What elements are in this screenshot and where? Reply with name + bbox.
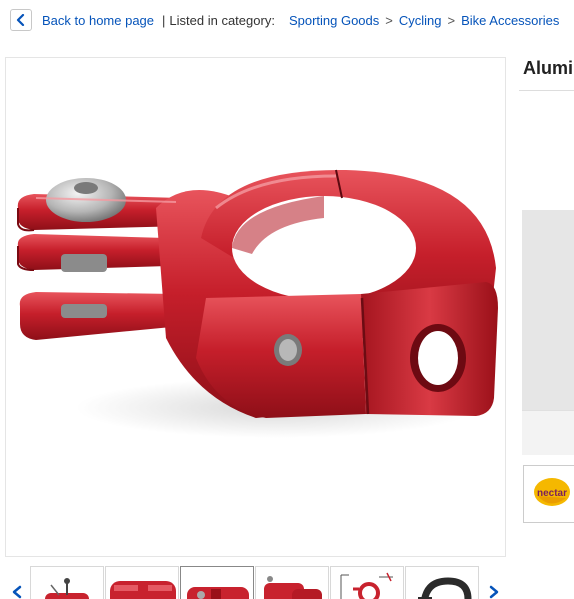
breadcrumb-arrow: > xyxy=(447,12,456,28)
thumbnail-image xyxy=(45,578,89,599)
title-divider xyxy=(519,90,574,91)
main-product-image[interactable] xyxy=(5,57,506,557)
thumbnail-image xyxy=(340,572,393,599)
breadcrumb-separator: | xyxy=(162,12,166,28)
back-to-home-link[interactable]: Back to home page xyxy=(42,13,154,28)
chevron-left-icon xyxy=(16,14,25,26)
thumbnail-strip xyxy=(30,566,482,599)
purchase-panel xyxy=(522,210,574,410)
thumbnail[interactable] xyxy=(330,566,404,599)
purchase-panel-footer xyxy=(522,410,574,455)
nectar-badge-text: nectar xyxy=(537,488,567,499)
category-link-sporting-goods[interactable]: Sporting Goods xyxy=(289,13,379,28)
thumbnail[interactable] xyxy=(105,566,179,599)
thumbnail-image xyxy=(264,576,322,599)
back-button[interactable] xyxy=(10,9,32,31)
thumbnail-prev-icon[interactable] xyxy=(11,585,23,599)
thumbnail-image xyxy=(110,581,176,599)
thumbnail-selected[interactable] xyxy=(180,566,254,599)
listing-page: Back to home page | Listed in category: … xyxy=(0,0,574,599)
thumbnail-image xyxy=(187,587,249,599)
product-photo xyxy=(6,58,505,556)
breadcrumb: Back to home page | Listed in category: … xyxy=(10,8,574,32)
thumbnail[interactable] xyxy=(405,566,479,599)
thumbnail[interactable] xyxy=(255,566,329,599)
nectar-logo: nectar xyxy=(534,478,570,506)
thumbnail-image xyxy=(418,577,472,599)
category-link-cycling[interactable]: Cycling xyxy=(399,13,442,28)
thumbnail-next-icon[interactable] xyxy=(488,585,500,599)
category-link-bike-accessories[interactable]: Bike Accessories xyxy=(461,13,559,28)
listed-in-category-label: Listed in category: xyxy=(169,12,275,28)
thumbnail[interactable] xyxy=(30,566,104,599)
rewards-panel: nectar xyxy=(523,465,574,523)
breadcrumb-arrow: > xyxy=(385,12,393,28)
product-title: Alumi xyxy=(523,58,574,78)
